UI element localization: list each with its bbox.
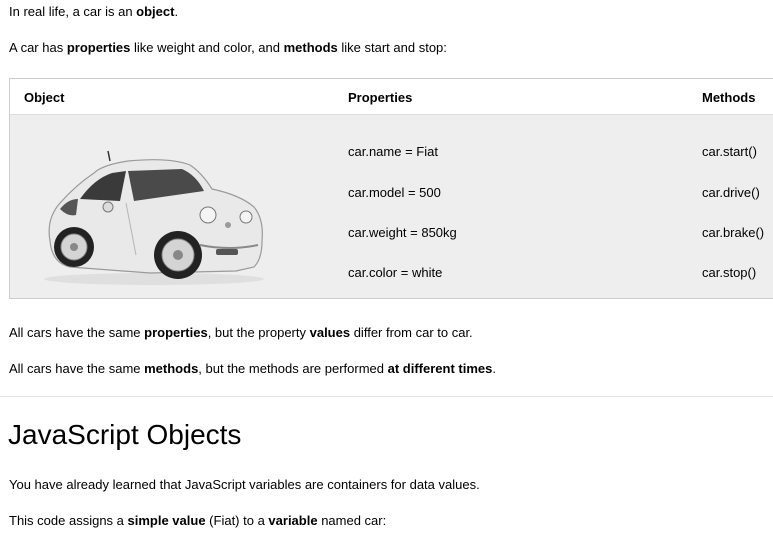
section-heading: JavaScript Objects xyxy=(8,419,242,450)
intro-paragraph-1: In real life, a car is an object. xyxy=(9,4,178,20)
page: In real life, a car is an object. A car … xyxy=(0,0,773,541)
paragraph-variables: You have already learned that JavaScript… xyxy=(9,477,480,493)
bold-values: values xyxy=(309,325,351,340)
paragraph-simple-value: This code assigns a simple value (Fiat) … xyxy=(9,513,386,529)
bold-simple-value: simple value xyxy=(127,513,206,528)
method-brake: car.brake() xyxy=(702,225,765,240)
header-properties: Properties xyxy=(348,90,413,105)
bold-methods: methods xyxy=(283,40,338,55)
text-span: . xyxy=(174,4,179,19)
property-color: car.color = white xyxy=(348,265,443,280)
text-span: A car has xyxy=(9,40,67,55)
bold-object: object xyxy=(136,4,175,19)
object-table: Object Properties Methods car.name = Fia… xyxy=(9,78,773,299)
header-object: Object xyxy=(24,90,65,105)
text-span: You have already learned that JavaScript… xyxy=(9,477,480,492)
header-methods: Methods xyxy=(702,90,756,105)
car-image xyxy=(44,150,264,285)
bold-variable: variable xyxy=(268,513,318,528)
text-span: In real life, a car is an xyxy=(9,4,137,19)
method-drive: car.drive() xyxy=(702,185,760,200)
text-span: . xyxy=(492,361,496,376)
method-start: car.start() xyxy=(702,144,757,159)
intro-paragraph-2: A car has properties like weight and col… xyxy=(9,40,447,56)
paragraph-methods: All cars have the same methods, but the … xyxy=(9,361,496,377)
text-span: differ from car to car. xyxy=(350,325,473,340)
text-span: All cars have the same xyxy=(9,325,145,340)
text-span: , but the methods are performed xyxy=(198,361,388,376)
text-span: like start and stop: xyxy=(337,40,447,55)
bold-different-times: at different times xyxy=(387,361,493,376)
property-name: car.name = Fiat xyxy=(348,144,438,159)
text-span: (Fiat) to a xyxy=(205,513,269,528)
bold-methods: methods xyxy=(144,361,199,376)
section-divider xyxy=(0,396,773,397)
bold-properties: properties xyxy=(66,40,131,55)
text-span: , but the property xyxy=(207,325,310,340)
text-span: This code assigns a xyxy=(9,513,128,528)
property-model: car.model = 500 xyxy=(348,185,441,200)
property-weight: car.weight = 850kg xyxy=(348,225,457,240)
paragraph-properties: All cars have the same properties, but t… xyxy=(9,325,473,341)
bold-properties: properties xyxy=(144,325,208,340)
table-header-row: Object Properties Methods xyxy=(10,79,773,115)
text-span: All cars have the same xyxy=(9,361,145,376)
method-stop: car.stop() xyxy=(702,265,757,280)
text-span: named car: xyxy=(317,513,387,528)
text-span: like weight and color, and xyxy=(130,40,284,55)
